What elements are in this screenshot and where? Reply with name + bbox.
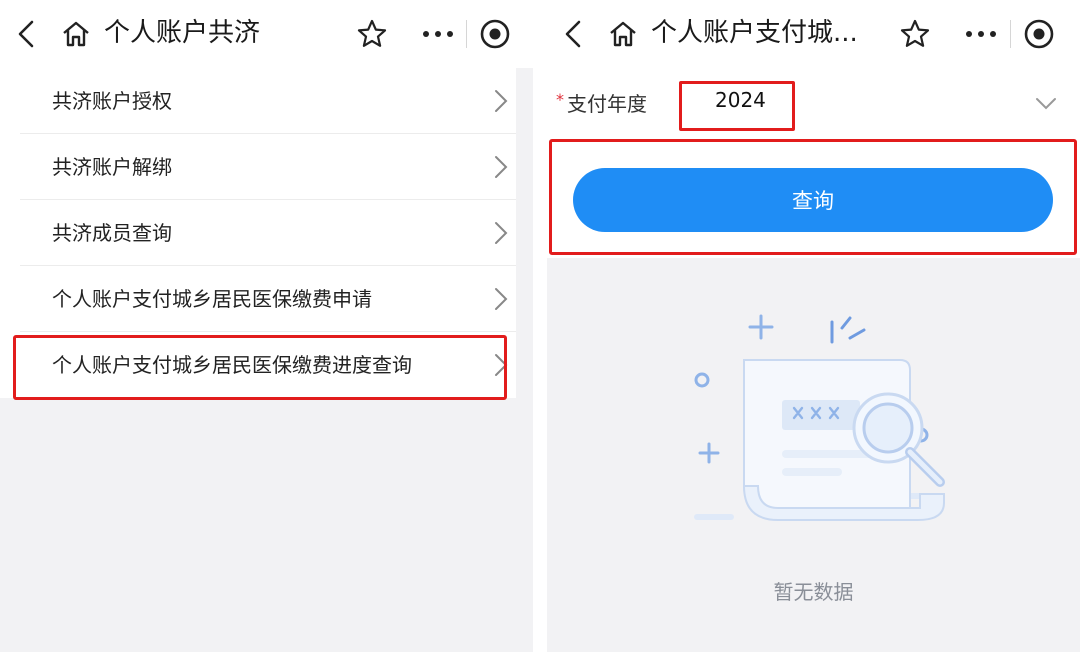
- top-bar: 个人账户支付城...: [547, 0, 1080, 68]
- home-icon[interactable]: [60, 18, 92, 50]
- more-icon[interactable]: [418, 18, 458, 50]
- home-icon[interactable]: [607, 18, 639, 50]
- list-item[interactable]: 个人账户支付城乡居民医保缴费申请: [0, 266, 516, 332]
- year-select-row[interactable]: * 支付年度 2024: [547, 68, 1080, 140]
- list-item-label: 共济账户解绑: [52, 155, 172, 179]
- star-icon[interactable]: [356, 18, 388, 50]
- empty-state-text: 暂无数据: [773, 580, 854, 604]
- chevron-down-icon[interactable]: [1035, 97, 1057, 111]
- back-arrow-icon[interactable]: [12, 18, 42, 50]
- back-arrow-icon[interactable]: [559, 18, 589, 50]
- required-mark: *: [556, 90, 564, 109]
- chevron-right-icon: [495, 222, 508, 244]
- more-icon[interactable]: [961, 18, 1001, 50]
- target-icon[interactable]: [478, 17, 512, 51]
- panel-gap: [533, 0, 547, 652]
- highlight-box: [549, 139, 1077, 255]
- list-item-label: 共济成员查询: [52, 221, 172, 245]
- year-label: 支付年度: [567, 92, 647, 116]
- page-title: 个人账户共济: [104, 18, 261, 48]
- list-item-label: 个人账户支付城乡居民医保缴费申请: [52, 287, 372, 311]
- toolbar-separator: [466, 20, 467, 48]
- list-item[interactable]: 共济成员查询: [0, 200, 516, 266]
- toolbar-separator: [1010, 20, 1011, 48]
- star-icon[interactable]: [899, 18, 931, 50]
- list-item[interactable]: 共济账户授权: [0, 68, 516, 134]
- page-title: 个人账户支付城...: [651, 18, 858, 48]
- chevron-right-icon: [495, 90, 508, 112]
- list-item[interactable]: 共济账户解绑: [0, 134, 516, 200]
- top-bar: 个人账户共济: [0, 0, 533, 68]
- chevron-right-icon: [495, 288, 508, 310]
- highlight-box: [679, 81, 795, 131]
- chevron-right-icon: [495, 156, 508, 178]
- empty-state-illustration: [694, 314, 945, 521]
- highlight-box: [13, 335, 507, 400]
- right-screen: 个人账户支付城... * 支付年度 2024 查询 暂无数据: [547, 0, 1080, 652]
- left-screen: 个人账户共济 共济账户授权 共济账户解绑 共济成员查询 个人账户支付城乡居民医保…: [0, 0, 533, 652]
- target-icon[interactable]: [1022, 17, 1056, 51]
- list-item-label: 共济账户授权: [52, 89, 172, 113]
